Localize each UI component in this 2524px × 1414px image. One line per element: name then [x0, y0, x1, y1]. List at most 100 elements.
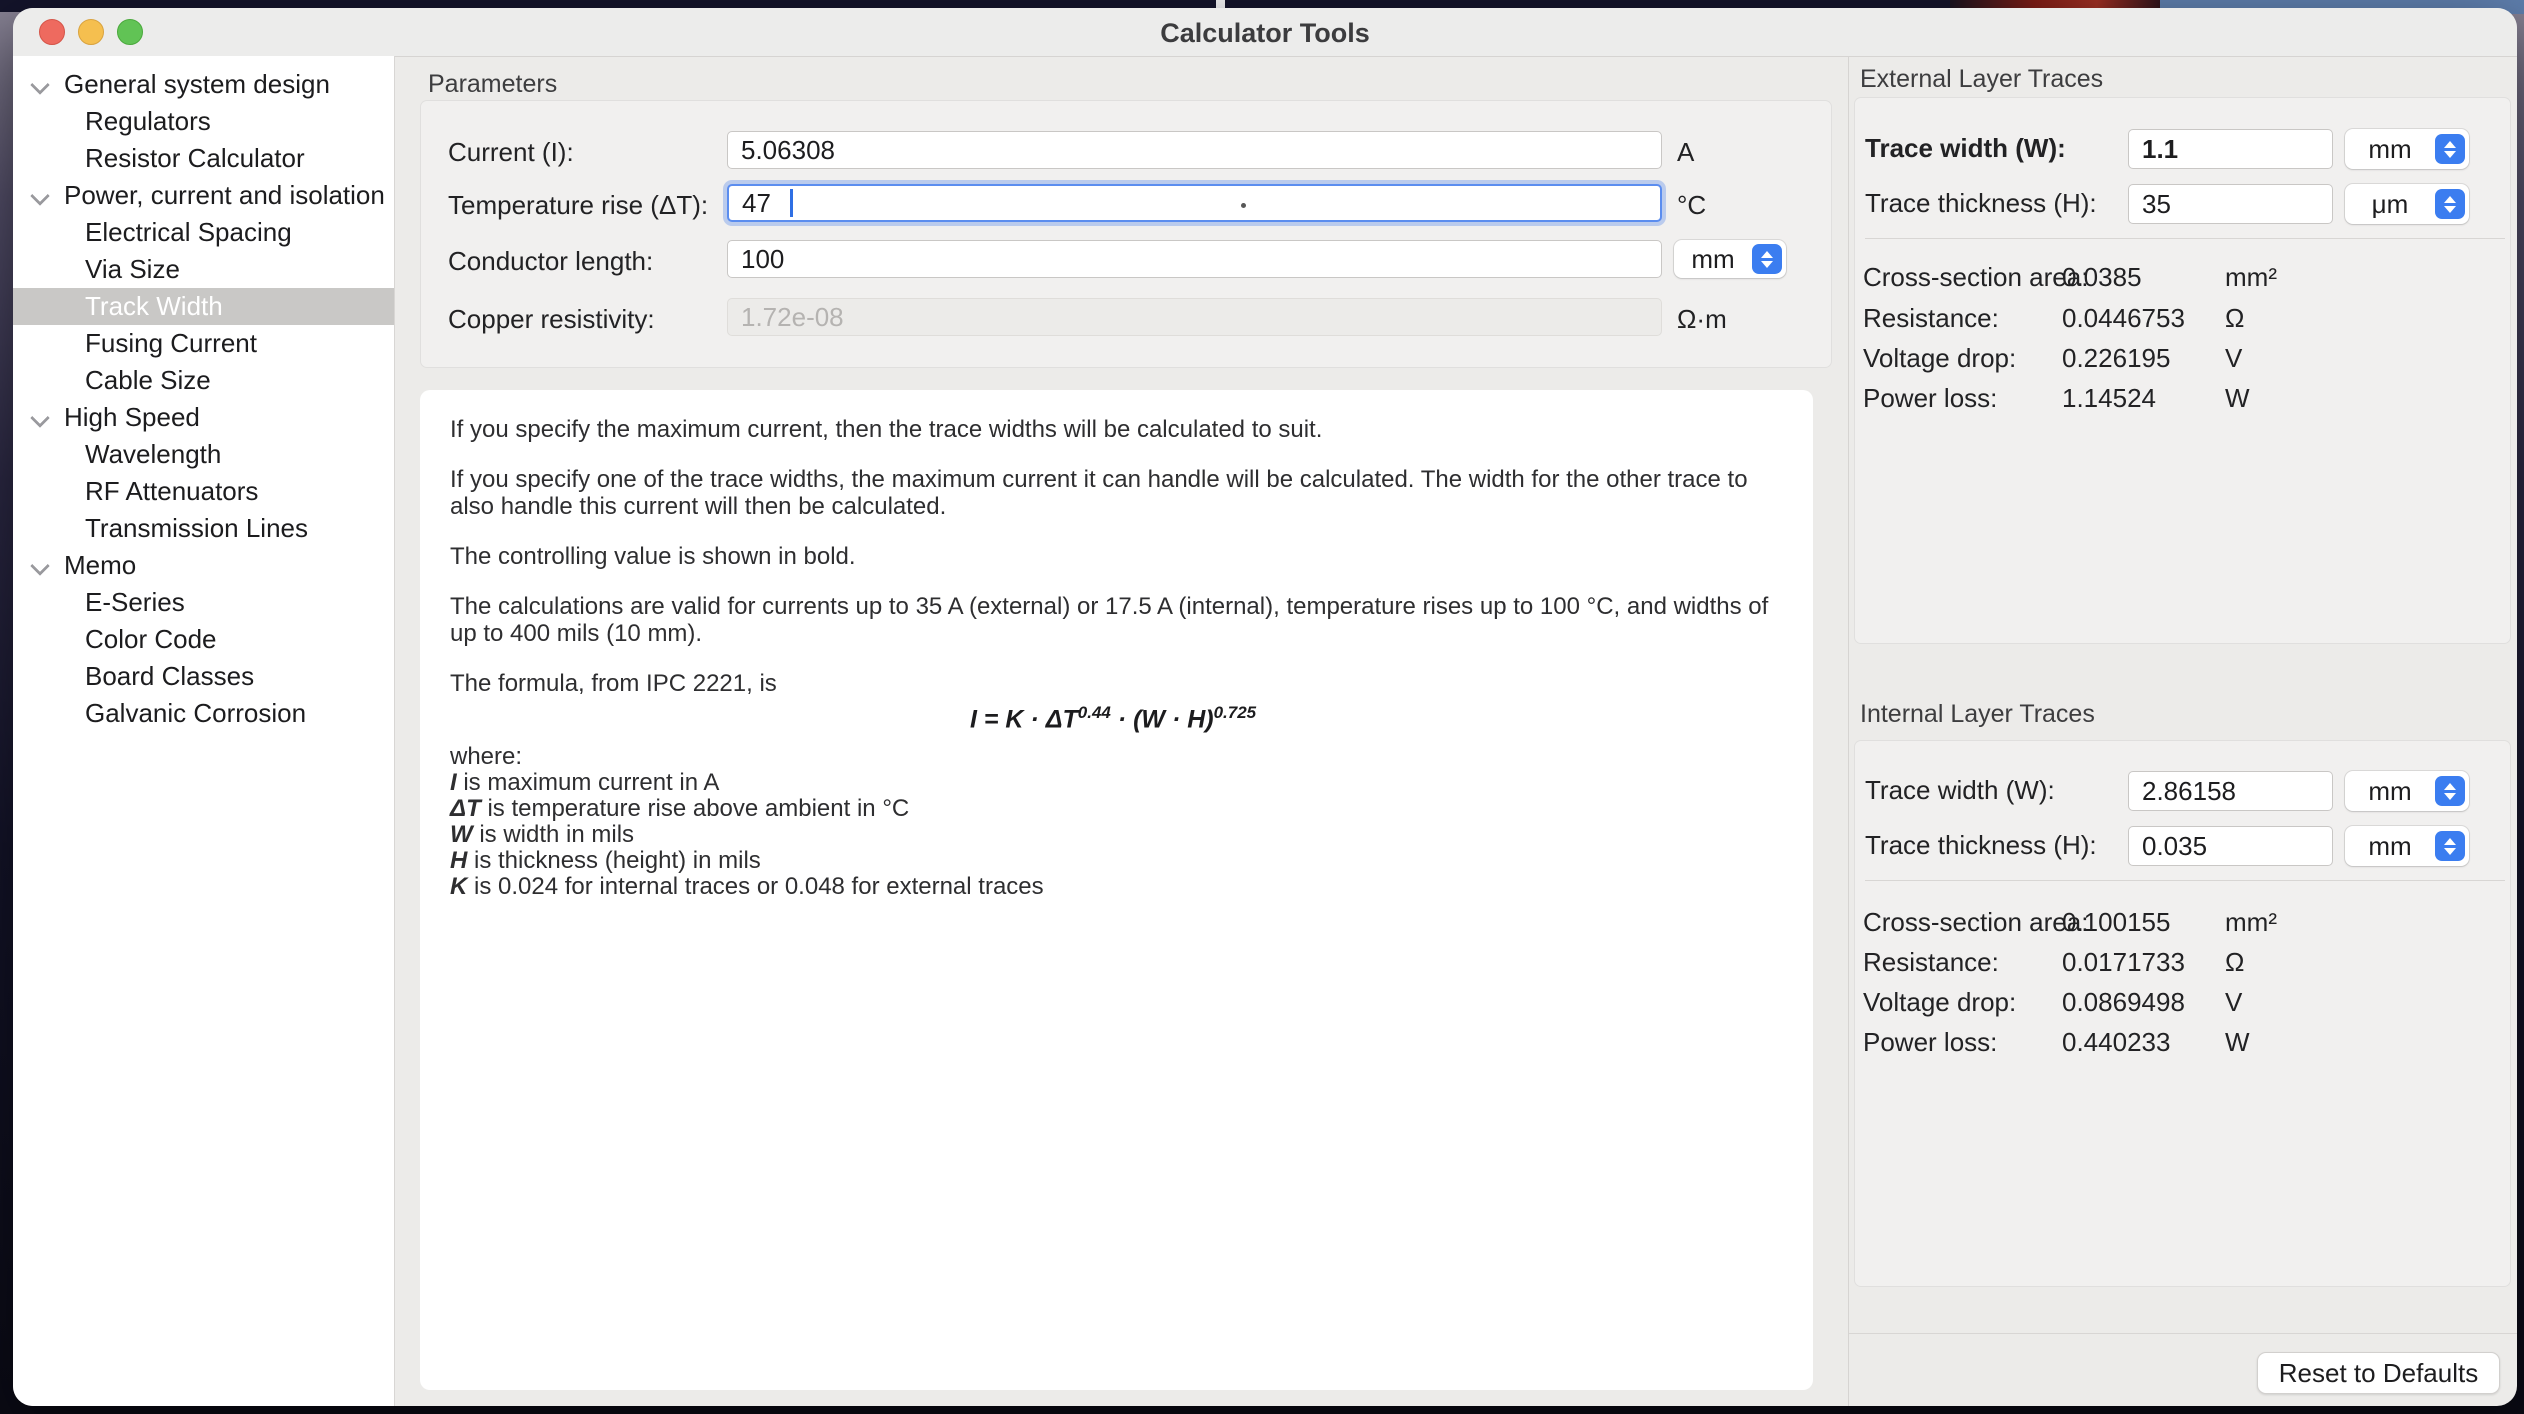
- external-section-title: External Layer Traces: [1860, 65, 2103, 94]
- stepper-icon: [2435, 831, 2465, 861]
- sidebar-item-general-system-design[interactable]: General system design: [13, 66, 394, 103]
- result-unit: V: [2225, 343, 2242, 374]
- result-value: 0.440233: [2062, 1027, 2170, 1058]
- result-value: 1.14524: [2062, 383, 2156, 414]
- temp-rise-unit: °C: [1677, 190, 1706, 221]
- internal-trace-thickness-label: Trace thickness (H):: [1865, 830, 2097, 861]
- result-unit: Ω: [2225, 303, 2244, 334]
- panel-divider: [1848, 56, 1849, 1406]
- sidebar-item-wavelength[interactable]: Wavelength: [13, 436, 394, 473]
- current-unit: A: [1677, 137, 1694, 168]
- internal-trace-width-label: Trace width (W):: [1865, 775, 2055, 806]
- result-unit: Ω: [2225, 947, 2244, 978]
- internal-trace-thickness-input[interactable]: [2128, 826, 2333, 866]
- sidebar-item-electrical-spacing[interactable]: Electrical Spacing: [13, 214, 394, 251]
- current-input[interactable]: [727, 131, 1662, 169]
- external-trace-thickness-label: Trace thickness (H):: [1865, 188, 2097, 219]
- result-label: Power loss:: [1863, 383, 1997, 414]
- where-definition: K is 0.024 for internal traces or 0.048 …: [450, 874, 1783, 900]
- external-trace-width-unit-dropdown[interactable]: mm: [2345, 129, 2469, 169]
- sidebar-item-galvanic-corrosion[interactable]: Galvanic Corrosion: [13, 695, 394, 732]
- description-paragraph: If you specify the maximum current, then…: [450, 416, 1783, 443]
- stepper-icon: [2435, 776, 2465, 806]
- sidebar-item-fusing-current[interactable]: Fusing Current: [13, 325, 394, 362]
- sidebar-item-via-size[interactable]: Via Size: [13, 251, 394, 288]
- chevron-down-icon[interactable]: [30, 408, 50, 428]
- chevron-down-icon[interactable]: [30, 556, 50, 576]
- mouse-cursor-dot: [1241, 203, 1246, 208]
- chevron-down-icon[interactable]: [30, 186, 50, 206]
- current-label: Current (I):: [448, 137, 574, 168]
- titlebar: Calculator Tools: [13, 8, 2517, 57]
- description-paragraph: If you specify one of the trace widths, …: [450, 466, 1783, 520]
- sidebar-item-cable-size[interactable]: Cable Size: [13, 362, 394, 399]
- result-value: 0.226195: [2062, 343, 2170, 374]
- chevron-down-icon[interactable]: [30, 75, 50, 95]
- footer-separator: [1849, 1333, 2517, 1334]
- result-value: 0.100155: [2062, 907, 2170, 938]
- result-unit: V: [2225, 987, 2242, 1018]
- result-label: Power loss:: [1863, 1027, 1997, 1058]
- result-value: 0.0446753: [2062, 303, 2185, 334]
- where-definition: H is thickness (height) in mils: [450, 848, 1783, 874]
- where-definition: I is maximum current in A: [450, 770, 1783, 796]
- copper-resistivity-label: Copper resistivity:: [448, 304, 655, 335]
- where-definition: ΔT is temperature rise above ambient in …: [450, 796, 1783, 822]
- sidebar-item-e-series[interactable]: E-Series: [13, 584, 394, 621]
- description-paragraph: The calculations are valid for currents …: [450, 593, 1783, 647]
- sidebar-item-power-current-isolation[interactable]: Power, current and isolation: [13, 177, 394, 214]
- sidebar-item-track-width[interactable]: Track Width: [13, 288, 394, 325]
- result-label: Cross-section area:: [1863, 262, 2088, 293]
- where-definition: W is width in mils: [450, 822, 1783, 848]
- reset-to-defaults-button[interactable]: Reset to Defaults: [2257, 1352, 2500, 1394]
- separator: [1865, 238, 2505, 239]
- calculator-tools-window: Calculator Tools General system design R…: [13, 8, 2517, 1406]
- calculator-tree: General system design Regulators Resisto…: [13, 56, 395, 1406]
- copper-resistivity-unit: Ω·m: [1677, 304, 1727, 335]
- copper-resistivity-input: [727, 298, 1662, 336]
- text-caret: [790, 189, 793, 217]
- sidebar-item-regulators[interactable]: Regulators: [13, 103, 394, 140]
- result-label: Cross-section area:: [1863, 907, 2088, 938]
- external-trace-width-label: Trace width (W):: [1865, 133, 2066, 164]
- separator: [1865, 880, 2505, 881]
- stepper-icon: [2435, 189, 2465, 219]
- result-unit: mm²: [2225, 262, 2277, 293]
- sidebar-item-transmission-lines[interactable]: Transmission Lines: [13, 510, 394, 547]
- sidebar-item-color-code[interactable]: Color Code: [13, 621, 394, 658]
- result-value: 0.0869498: [2062, 987, 2185, 1018]
- conductor-length-unit-dropdown[interactable]: mm: [1674, 240, 1786, 278]
- sidebar-item-memo[interactable]: Memo: [13, 547, 394, 584]
- conductor-length-label: Conductor length:: [448, 246, 653, 277]
- temp-rise-input[interactable]: [727, 184, 1662, 222]
- internal-trace-thickness-unit-dropdown[interactable]: mm: [2345, 826, 2469, 866]
- parameters-section-title: Parameters: [428, 70, 557, 99]
- external-trace-thickness-unit-dropdown[interactable]: μm: [2345, 184, 2469, 224]
- result-label: Voltage drop:: [1863, 987, 2016, 1018]
- sidebar-item-board-classes[interactable]: Board Classes: [13, 658, 394, 695]
- result-value: 0.0171733: [2062, 947, 2185, 978]
- description-paragraph: The formula, from IPC 2221, is: [450, 670, 1783, 697]
- external-trace-width-input[interactable]: [2128, 129, 2333, 169]
- sidebar-item-high-speed[interactable]: High Speed: [13, 399, 394, 436]
- description-panel: If you specify the maximum current, then…: [420, 390, 1813, 1390]
- result-label: Voltage drop:: [1863, 343, 2016, 374]
- conductor-length-input[interactable]: [727, 240, 1662, 278]
- description-paragraph: The controlling value is shown in bold.: [450, 543, 1783, 570]
- internal-section-title: Internal Layer Traces: [1860, 700, 2095, 729]
- stepper-icon: [1752, 244, 1782, 274]
- sidebar-item-rf-attenuators[interactable]: RF Attenuators: [13, 473, 394, 510]
- result-unit: W: [2225, 1027, 2250, 1058]
- window-title: Calculator Tools: [13, 18, 2517, 49]
- where-label: where:: [450, 744, 1783, 770]
- internal-trace-width-unit-dropdown[interactable]: mm: [2345, 771, 2469, 811]
- result-value: 0.0385: [2062, 262, 2142, 293]
- temp-rise-label: Temperature rise (ΔT):: [448, 190, 708, 221]
- external-trace-thickness-input[interactable]: [2128, 184, 2333, 224]
- result-label: Resistance:: [1863, 947, 1999, 978]
- result-unit: mm²: [2225, 907, 2277, 938]
- result-unit: W: [2225, 383, 2250, 414]
- result-label: Resistance:: [1863, 303, 1999, 334]
- sidebar-item-resistor-calculator[interactable]: Resistor Calculator: [13, 140, 394, 177]
- internal-trace-width-input[interactable]: [2128, 771, 2333, 811]
